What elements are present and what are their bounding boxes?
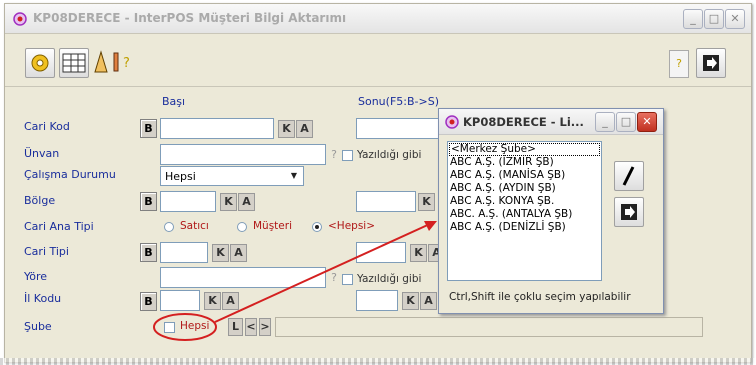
popup-minimize-button[interactable]: _ [595, 112, 615, 132]
list-item[interactable]: <Merkez Şube> [449, 143, 600, 156]
minimize-icon: _ [602, 115, 608, 128]
list-item[interactable]: ABC A.Ş. (DENİZLİ ŞB) [448, 221, 601, 234]
popup-hint: Ctrl,Shift ile çoklu seçim yapılabilir [449, 291, 631, 303]
list-item[interactable]: ABC A.Ş. (AYDIN ŞB) [448, 182, 601, 195]
list-item[interactable]: ABC. A.Ş. (ANTALYA ŞB) [448, 208, 601, 221]
annotation-arrow-line [214, 222, 433, 323]
popup-close-button[interactable]: ✕ [637, 112, 657, 132]
popup-select-button[interactable] [614, 161, 644, 191]
annotation-ellipse [153, 313, 217, 341]
popup-title-bar: KP08DERECE - Li... _ □ ✕ [439, 109, 663, 135]
popup-exit-button[interactable] [614, 197, 644, 227]
exit-icon [621, 204, 637, 220]
popup-maximize-button[interactable]: □ [616, 112, 636, 132]
close-icon: ✕ [642, 115, 652, 128]
pencil-icon [622, 166, 635, 186]
sube-list-popup: KP08DERECE - Li... _ □ ✕ <Merkez Şube> A… [438, 108, 664, 314]
app-icon [445, 115, 459, 129]
sube-listbox[interactable]: <Merkez Şube> ABC A.Ş. (İZMİR ŞB) ABC A.… [447, 141, 602, 281]
popup-title: KP08DERECE - Li... [463, 115, 584, 129]
list-item[interactable]: ABC A.Ş. KONYA ŞB. [448, 195, 601, 208]
list-item[interactable]: ABC A.Ş. (İZMİR ŞB) [448, 156, 601, 169]
maximize-icon: □ [620, 115, 632, 128]
bottom-edge [0, 358, 756, 365]
list-item[interactable]: ABC A.Ş. (MANİSA ŞB) [448, 169, 601, 182]
